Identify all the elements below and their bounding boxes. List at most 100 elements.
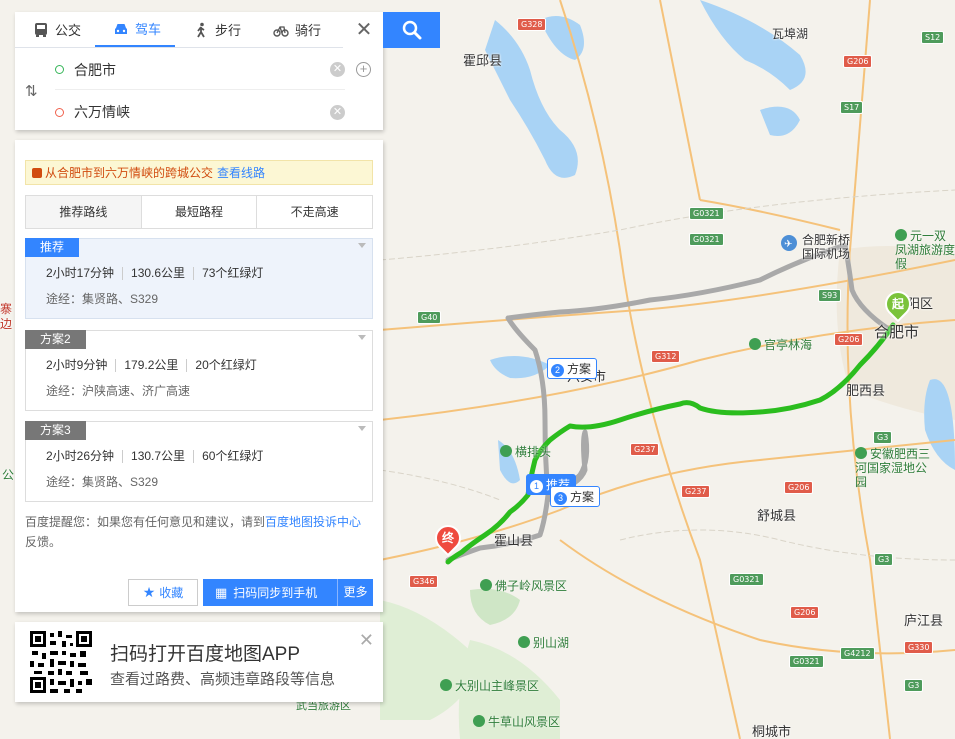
feedback-notice: 百度提醒您：如果您有任何意见和建议，请到百度地图投诉中心 反馈。: [25, 515, 362, 549]
plan-lights: 60个红绿灯: [193, 450, 271, 463]
plan-time: 2小时26分钟: [46, 449, 115, 463]
park-icon: [895, 229, 907, 241]
map-label-huoqiu: 霍邱县: [463, 53, 503, 68]
close-icon[interactable]: ✕: [355, 20, 373, 40]
favorite-button[interactable]: ★ 收藏: [128, 579, 198, 606]
route-plan-3[interactable]: 方案3 2小时26分钟 130.7公里 60个红绿灯 途经：集贤路、S329: [25, 421, 373, 502]
search-button[interactable]: [383, 12, 440, 48]
route-plan-1[interactable]: 推荐 2小时17分钟 130.6公里 73个红绿灯 途经：集贤路、S329: [25, 238, 373, 319]
road-badge: G206: [843, 55, 873, 68]
road-badge: G206: [790, 606, 820, 619]
clear-origin-icon[interactable]: ✕: [330, 62, 345, 77]
tab-drive-label: 驾车: [135, 22, 162, 37]
travel-mode-tabs: 公交 驾车 步行 骑行: [15, 12, 343, 48]
tab-shortest[interactable]: 最短路程: [142, 196, 258, 228]
close-icon[interactable]: ✕: [359, 630, 374, 651]
plan-lights: 73个红绿灯: [193, 267, 271, 280]
park-icon: [855, 447, 867, 459]
map-label-huoshan: 霍山县: [494, 533, 534, 548]
plan-stats: 2小时9分钟 179.2公里 20个红绿灯: [46, 359, 265, 372]
origin-value: 合肥市: [74, 61, 116, 78]
more-button[interactable]: 更多: [337, 579, 373, 606]
poi-dabie: 大别山主峰景区: [440, 677, 539, 694]
park-icon: [500, 445, 512, 457]
search-icon: [402, 20, 421, 40]
route-search-card: 公交 驾车 步行 骑行 ✕ ⇅ 合肥市 ✕ + 六万情峡 ✕: [15, 12, 383, 130]
end-pin[interactable]: 终: [429, 519, 467, 559]
park-icon: [749, 338, 761, 350]
plan-stats: 2小时17分钟 130.6公里 73个红绿灯: [46, 267, 271, 280]
origin-field[interactable]: 合肥市 ✕ +: [55, 50, 371, 90]
map-plan-tag-3[interactable]: 3 方案: [550, 486, 601, 507]
view-bus-lines-link[interactable]: 查看线路: [217, 164, 265, 181]
road-badge: G0321: [729, 573, 764, 586]
app-promo-subtitle: 查看过路费、高频违章路段等信息: [110, 671, 336, 688]
plan-via: 途经：集贤路、S329: [46, 292, 159, 306]
star-icon: ★: [142, 584, 156, 600]
start-pin[interactable]: 起: [879, 285, 917, 325]
tab-drive[interactable]: 驾车: [95, 12, 176, 47]
road-badge: G0321: [689, 207, 724, 220]
tab-no-highway[interactable]: 不走高速: [257, 196, 372, 228]
cross-city-bus-tip: 从合肥市到六万情峡的跨城公交 查看线路: [25, 160, 373, 185]
bus-tip-text: 从合肥市到六万情峡的跨城公交: [45, 166, 214, 180]
road-badge: G328: [517, 18, 547, 31]
bike-icon: [273, 25, 289, 37]
sync-to-phone-main[interactable]: ▦ 扫码同步到手机: [203, 584, 337, 601]
plan-via: 途经：沪陕高速、济广高速: [46, 384, 191, 398]
plan-tag: 方案3: [25, 421, 86, 440]
map-label-feixi: 肥西县: [846, 383, 886, 398]
map-label-shucheng: 舒城县: [757, 508, 797, 523]
poi-bieshan: 别山湖: [518, 634, 569, 651]
app-promo-title: 扫码打开百度地图APP: [110, 644, 301, 665]
road-badge: G3: [873, 431, 893, 444]
plan-time: 2小时17分钟: [46, 266, 115, 280]
qr-code-image: [30, 631, 92, 693]
plan-lights: 20个红绿灯: [186, 359, 264, 372]
destination-field[interactable]: 六万情峡 ✕: [55, 92, 345, 132]
road-badge: G206: [784, 481, 814, 494]
tab-bike[interactable]: 骑行: [255, 12, 335, 47]
poi-guanting: 官亭林海: [749, 336, 812, 353]
map-label-edge-2: 边: [0, 317, 13, 331]
route-plan-2[interactable]: 方案2 2小时9分钟 179.2公里 20个红绿灯 途经：沪陕高速、济广高速: [25, 330, 373, 411]
expand-caret-icon[interactable]: [358, 243, 366, 248]
road-badge: G312: [651, 350, 681, 363]
tab-bus-label: 公交: [55, 23, 82, 38]
complaint-center-link[interactable]: 百度地图投诉中心: [265, 515, 361, 529]
route-result-panel: 从合肥市到六万情峡的跨城公交 查看线路 推荐路线 最短路程 不走高速 推荐 2小…: [15, 140, 383, 612]
action-buttons: ★ 收藏 ▦ 扫码同步到手机 更多: [128, 579, 373, 606]
map-label-airport: 合肥新桥国际机场: [802, 233, 851, 261]
park-icon: [473, 715, 485, 727]
clear-destination-icon[interactable]: ✕: [330, 104, 345, 120]
plan-via: 途经：集贤路、S329: [46, 475, 159, 489]
road-badge: G3: [904, 679, 924, 692]
car-icon: [115, 23, 128, 34]
map-plan-tag-2[interactable]: 2 方案: [547, 358, 598, 379]
map-label-tongcheng: 桐城市: [752, 724, 792, 739]
swap-route-icon[interactable]: ⇅: [25, 82, 43, 100]
plan-time: 2小时9分钟: [46, 358, 108, 372]
tab-bike-label: 骑行: [295, 23, 322, 38]
app-download-card: 扫码打开百度地图APP 查看过路费、高频违章路段等信息 ✕: [15, 622, 383, 702]
road-badge: G0321: [689, 233, 724, 246]
road-badge: G346: [409, 575, 439, 588]
tab-recommended[interactable]: 推荐路线: [26, 196, 142, 228]
expand-caret-icon[interactable]: [358, 335, 366, 340]
destination-dot-icon: [55, 107, 64, 117]
walk-icon: [197, 22, 205, 37]
add-waypoint-icon[interactable]: +: [356, 62, 371, 77]
road-badge: G206: [834, 333, 864, 346]
bus-icon: [35, 22, 47, 37]
road-badge: G3: [874, 553, 894, 566]
expand-caret-icon[interactable]: [358, 426, 366, 431]
tab-bus[interactable]: 公交: [15, 12, 95, 47]
park-icon: [480, 579, 492, 591]
poi-three-rivers: 安徽肥西三河国家湿地公园: [855, 447, 931, 489]
road-badge: S17: [840, 101, 864, 114]
poi-fozi: 佛子岭风景区: [480, 577, 567, 594]
poi-yiyi-lake: 元一双凤湖旅游度假: [895, 229, 955, 271]
map-label-lujiang: 庐江县: [904, 613, 944, 628]
road-badge: G237: [681, 485, 711, 498]
tab-walk[interactable]: 步行: [175, 12, 255, 47]
